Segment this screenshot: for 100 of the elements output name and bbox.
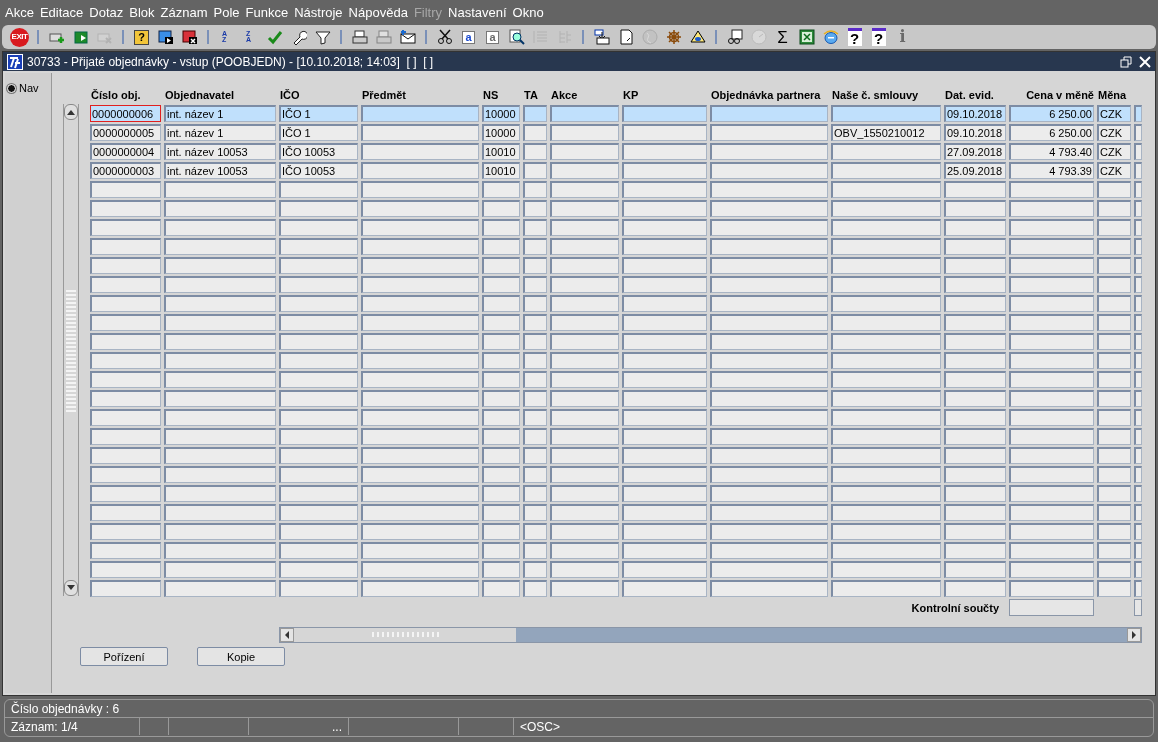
table-cell[interactable]: 10010 (482, 162, 520, 179)
empty-cell[interactable] (361, 580, 479, 597)
copy-text-icon[interactable]: a (459, 27, 478, 47)
empty-cell[interactable] (279, 504, 358, 521)
empty-cell[interactable] (944, 428, 1006, 445)
scroll-thumb[interactable] (294, 628, 516, 642)
menu-item[interactable]: Blok (126, 4, 158, 20)
empty-cell[interactable] (710, 143, 828, 160)
empty-cell[interactable] (1097, 314, 1131, 331)
empty-cell[interactable] (1097, 181, 1131, 198)
empty-cell[interactable] (622, 352, 707, 369)
empty-cell[interactable] (1097, 523, 1131, 540)
exit-icon[interactable]: EXIT (10, 27, 29, 47)
empty-cell[interactable] (523, 523, 547, 540)
empty-cell[interactable] (550, 257, 619, 274)
empty-cell[interactable] (944, 542, 1006, 559)
empty-cell[interactable] (482, 523, 520, 540)
empty-cell[interactable] (622, 409, 707, 426)
empty-cell[interactable] (482, 181, 520, 198)
empty-cell[interactable] (482, 200, 520, 217)
empty-cell[interactable] (710, 200, 828, 217)
empty-cell[interactable] (90, 314, 161, 331)
empty-cell[interactable] (523, 485, 547, 502)
scissors-icon[interactable] (435, 27, 454, 47)
empty-cell[interactable] (361, 542, 479, 559)
empty-cell[interactable] (482, 219, 520, 236)
empty-cell[interactable] (90, 466, 161, 483)
empty-cell[interactable] (1134, 162, 1142, 179)
empty-cell[interactable] (550, 352, 619, 369)
menu-item[interactable]: Akce (2, 4, 37, 20)
empty-cell[interactable] (622, 542, 707, 559)
form-button[interactable]: Kopie (197, 647, 285, 666)
empty-cell[interactable] (831, 542, 941, 559)
empty-cell[interactable] (164, 428, 276, 445)
table-cell[interactable]: int. název 10053 (164, 162, 276, 179)
empty-cell[interactable] (622, 181, 707, 198)
empty-cell[interactable] (944, 580, 1006, 597)
empty-cell[interactable] (831, 162, 941, 179)
empty-cell[interactable] (279, 580, 358, 597)
empty-cell[interactable] (622, 580, 707, 597)
menu-item[interactable]: Nápověda (345, 4, 411, 20)
empty-cell[interactable] (1097, 485, 1131, 502)
empty-cell[interactable] (944, 352, 1006, 369)
search-icon[interactable] (507, 27, 526, 47)
empty-cell[interactable] (361, 238, 479, 255)
empty-cell[interactable] (164, 390, 276, 407)
empty-cell[interactable] (550, 371, 619, 388)
import-icon[interactable] (592, 27, 611, 47)
empty-cell[interactable] (482, 428, 520, 445)
close-icon[interactable] (1139, 55, 1151, 68)
empty-cell[interactable] (622, 428, 707, 445)
empty-cell[interactable] (90, 200, 161, 217)
empty-cell[interactable] (523, 238, 547, 255)
empty-cell[interactable] (1134, 181, 1142, 198)
empty-cell[interactable] (622, 466, 707, 483)
empty-cell[interactable] (1097, 561, 1131, 578)
empty-cell[interactable] (164, 504, 276, 521)
empty-cell[interactable] (523, 561, 547, 578)
cancel-query-icon[interactable] (180, 27, 199, 47)
empty-cell[interactable] (90, 409, 161, 426)
empty-cell[interactable] (710, 105, 828, 122)
empty-cell[interactable] (550, 504, 619, 521)
empty-cell[interactable] (1134, 542, 1142, 559)
scroll-up-button[interactable] (64, 104, 78, 120)
empty-cell[interactable] (482, 580, 520, 597)
empty-cell[interactable] (1097, 257, 1131, 274)
empty-cell[interactable] (164, 561, 276, 578)
empty-cell[interactable] (164, 276, 276, 293)
empty-cell[interactable] (710, 428, 828, 445)
empty-cell[interactable] (944, 333, 1006, 350)
empty-cell[interactable] (622, 523, 707, 540)
empty-cell[interactable] (1009, 352, 1094, 369)
empty-cell[interactable] (482, 390, 520, 407)
vertical-scrollbar[interactable] (63, 104, 79, 596)
empty-cell[interactable] (523, 542, 547, 559)
empty-cell[interactable] (550, 238, 619, 255)
menu-item[interactable]: Pole (210, 4, 243, 20)
restore-icon[interactable] (1120, 55, 1132, 68)
empty-cell[interactable] (944, 447, 1006, 464)
empty-cell[interactable] (944, 257, 1006, 274)
empty-cell[interactable] (831, 485, 941, 502)
empty-cell[interactable] (482, 352, 520, 369)
empty-cell[interactable] (279, 276, 358, 293)
empty-cell[interactable] (710, 447, 828, 464)
empty-cell[interactable] (279, 428, 358, 445)
table-cell[interactable]: int. název 1 (164, 124, 276, 141)
empty-cell[interactable] (1134, 276, 1142, 293)
empty-cell[interactable] (944, 466, 1006, 483)
table-cell[interactable]: 0000000004 (90, 143, 161, 160)
empty-cell[interactable] (90, 238, 161, 255)
empty-cell[interactable] (523, 276, 547, 293)
empty-cell[interactable] (523, 162, 547, 179)
empty-cell[interactable] (622, 504, 707, 521)
empty-cell[interactable] (831, 390, 941, 407)
empty-cell[interactable] (523, 371, 547, 388)
menu-item[interactable]: Záznam (157, 4, 211, 20)
empty-cell[interactable] (523, 580, 547, 597)
table-cell[interactable]: CZK (1097, 105, 1131, 122)
empty-cell[interactable] (523, 390, 547, 407)
empty-cell[interactable] (279, 257, 358, 274)
